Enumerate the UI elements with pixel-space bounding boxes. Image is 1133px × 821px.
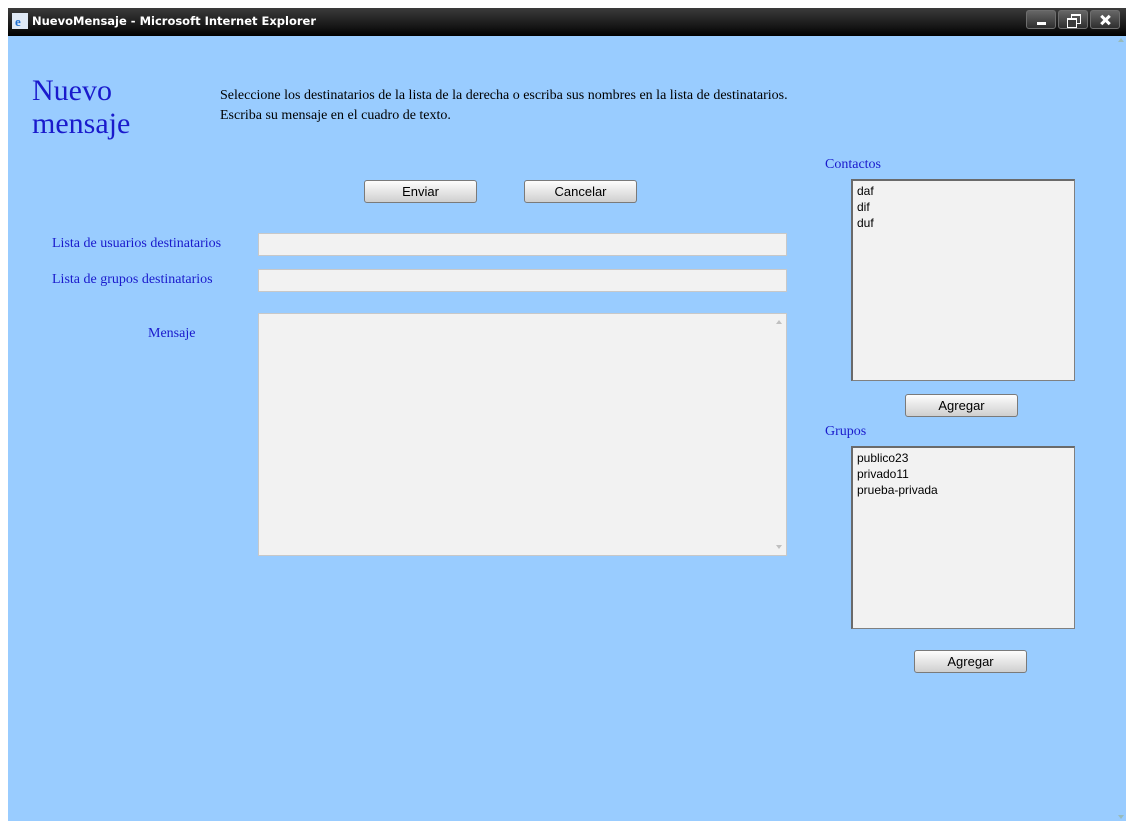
window-controls <box>1026 10 1120 29</box>
add-group-button[interactable]: Agregar <box>914 650 1027 673</box>
contact-item[interactable]: dif <box>857 199 1070 215</box>
minimize-icon[interactable] <box>1026 10 1056 29</box>
group-item[interactable]: publico23 <box>857 450 1070 466</box>
close-icon[interactable] <box>1090 10 1120 29</box>
page-scrollbar[interactable] <box>1116 36 1126 821</box>
instructions-line1: Seleccione los destinatarios de la lista… <box>220 88 788 103</box>
page-title: Nuevo mensaje <box>32 74 130 140</box>
page-title-line1: Nuevo <box>32 74 112 107</box>
instructions: Seleccione los destinatarios de la lista… <box>220 86 788 126</box>
window-titlebar: e NuevoMensaje - Microsoft Internet Expl… <box>8 8 1126 36</box>
groups-listbox[interactable]: publico23 privado11 prueba-privada <box>851 446 1075 629</box>
users-list-label: Lista de usuarios destinatarios <box>52 236 222 251</box>
scroll-down-arrow-icon[interactable] <box>1118 815 1124 819</box>
groups-list-label: Lista de grupos destinatarios <box>52 272 213 287</box>
instructions-line2: Escriba su mensaje en el cuadro de texto… <box>220 108 451 123</box>
message-textarea[interactable] <box>258 313 787 556</box>
contact-item[interactable]: duf <box>857 215 1070 231</box>
textarea-scroll-up-icon[interactable] <box>776 320 782 324</box>
internet-explorer-icon: e <box>12 13 28 29</box>
maximize-icon[interactable] <box>1058 10 1088 29</box>
contacts-label: Contactos <box>825 157 881 172</box>
scroll-up-arrow-icon[interactable] <box>1118 38 1124 42</box>
add-contact-button[interactable]: Agregar <box>905 394 1018 417</box>
window-title: NuevoMensaje - Microsoft Internet Explor… <box>32 14 317 28</box>
textarea-scroll-down-icon[interactable] <box>776 545 782 549</box>
contacts-listbox[interactable]: daf dif duf <box>851 179 1075 381</box>
groups-list-input[interactable] <box>258 269 787 292</box>
groups-label: Grupos <box>825 424 867 439</box>
contact-item[interactable]: daf <box>857 183 1070 199</box>
svg-text:e: e <box>15 14 21 29</box>
cancel-button[interactable]: Cancelar <box>524 180 637 203</box>
message-scrollbar[interactable] <box>772 314 786 555</box>
message-label: Mensaje <box>148 326 196 341</box>
page-title-line2: mensaje <box>32 107 131 140</box>
group-item[interactable]: privado11 <box>857 466 1070 482</box>
users-list-input[interactable] <box>258 233 787 256</box>
send-button[interactable]: Enviar <box>364 180 477 203</box>
group-item[interactable]: prueba-privada <box>857 482 1070 498</box>
page-content: Nuevo mensaje Seleccione los destinatari… <box>8 36 1126 821</box>
